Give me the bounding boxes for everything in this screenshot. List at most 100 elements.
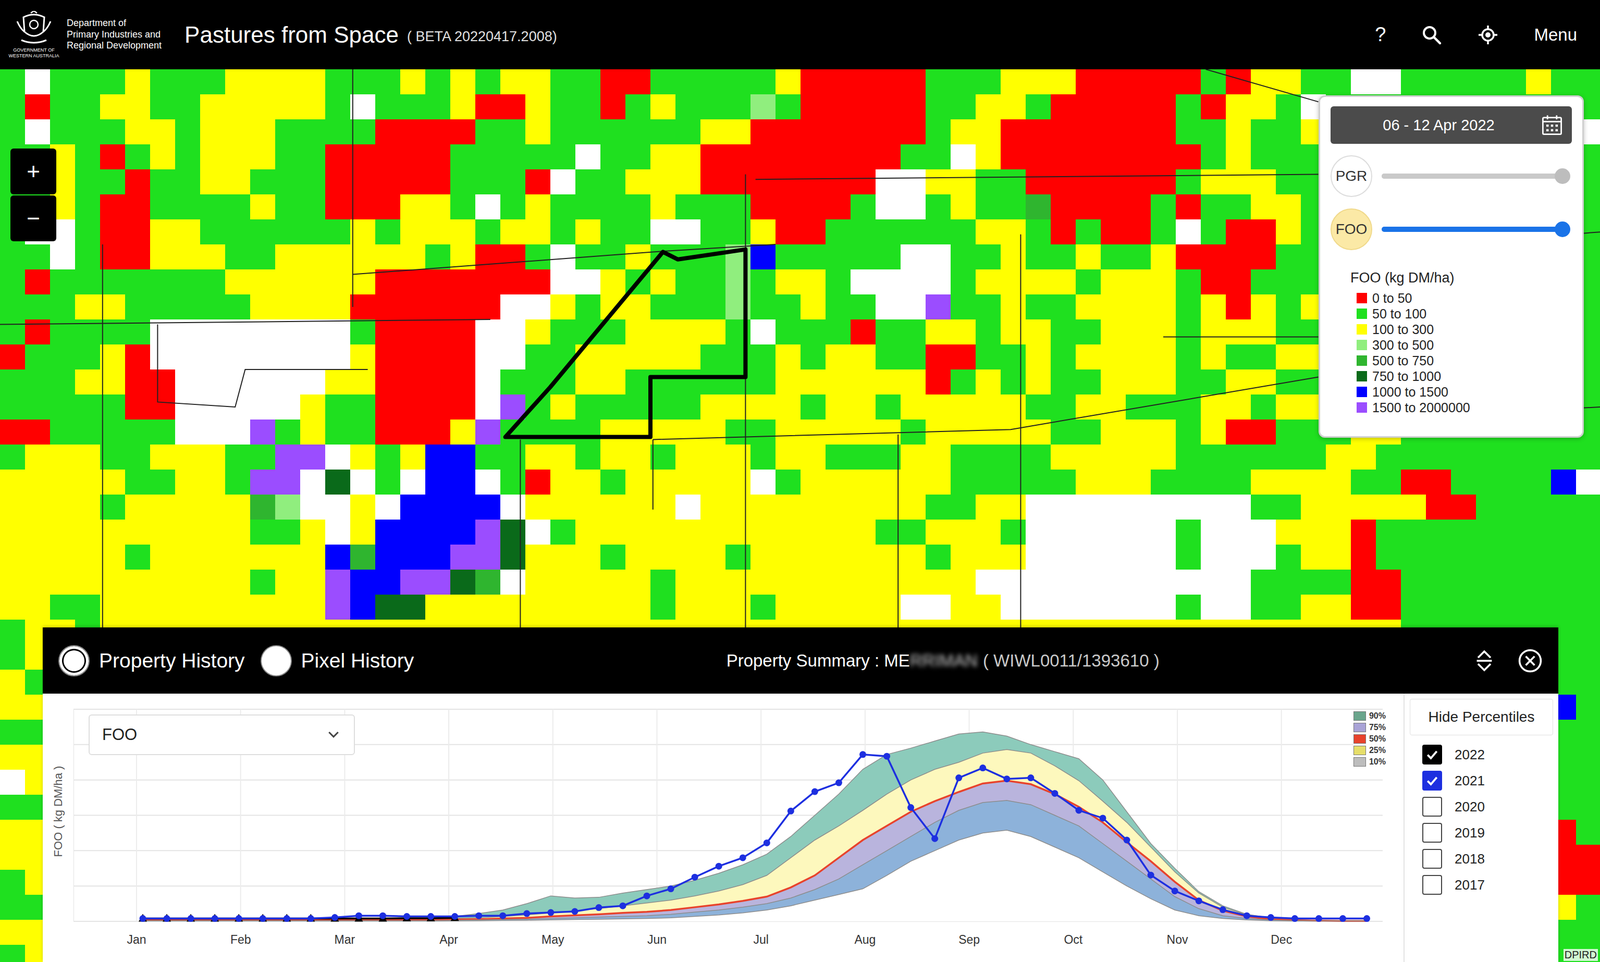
raster-cell bbox=[1050, 569, 1076, 595]
search-button[interactable] bbox=[1419, 22, 1445, 48]
raster-cell bbox=[850, 494, 876, 520]
raster-cell bbox=[125, 444, 151, 470]
raster-cell bbox=[775, 94, 801, 120]
raster-cell bbox=[525, 294, 551, 320]
raster-cell bbox=[175, 94, 201, 120]
raster-cell bbox=[1025, 544, 1051, 570]
raster-cell bbox=[1150, 544, 1176, 570]
raster-cell bbox=[1125, 419, 1151, 445]
raster-cell bbox=[275, 419, 301, 445]
raster-cell bbox=[500, 544, 526, 570]
raster-cell bbox=[1100, 469, 1126, 495]
raster-cell bbox=[800, 494, 826, 520]
raster-cell bbox=[100, 519, 126, 545]
raster-cell bbox=[250, 494, 276, 520]
raster-cell bbox=[250, 394, 276, 420]
raster-cell bbox=[1000, 394, 1026, 420]
raster-cell bbox=[1000, 569, 1026, 595]
raster-cell bbox=[1125, 569, 1151, 595]
raster-cell bbox=[175, 169, 201, 195]
raster-cell bbox=[300, 269, 326, 295]
raster-cell bbox=[1225, 269, 1251, 295]
raster-cell bbox=[550, 244, 576, 270]
raster-cell bbox=[1325, 519, 1351, 545]
raster-cell bbox=[350, 519, 376, 545]
map[interactable]: +−06 - 12 Apr 2022PGRFOOFOO (kg DM/ha)0 … bbox=[0, 69, 1600, 962]
raster-cell bbox=[1475, 444, 1501, 470]
raster-cell bbox=[50, 94, 76, 120]
raster-cell bbox=[475, 369, 501, 395]
menu-button[interactable]: Menu bbox=[1531, 22, 1580, 47]
raster-cell bbox=[825, 519, 851, 545]
raster-cell bbox=[550, 344, 576, 370]
raster-cell bbox=[525, 369, 551, 395]
raster-cell bbox=[1200, 419, 1226, 445]
raster-cell bbox=[0, 694, 26, 720]
raster-cell bbox=[1100, 144, 1126, 170]
raster-cell bbox=[100, 94, 126, 120]
agency-logo[interactable]: GOVERNMENT OFWESTERN AUSTRALIADepartment… bbox=[6, 10, 162, 59]
raster-cell bbox=[1250, 544, 1276, 570]
raster-cell bbox=[225, 519, 251, 545]
locate-button[interactable] bbox=[1475, 22, 1501, 48]
raster-cell bbox=[750, 144, 776, 170]
raster-cell bbox=[875, 69, 901, 95]
raster-cell bbox=[175, 144, 201, 170]
raster-cell bbox=[600, 344, 626, 370]
government-label: WESTERN AUSTRALIA bbox=[8, 53, 59, 59]
raster-cell bbox=[800, 369, 826, 395]
raster-cell bbox=[675, 244, 701, 270]
raster-cell bbox=[600, 269, 626, 295]
raster-cell bbox=[1150, 419, 1176, 445]
raster-cell bbox=[0, 769, 26, 795]
help-button[interactable]: ? bbox=[1372, 21, 1388, 48]
raster-cell bbox=[700, 319, 726, 345]
raster-cell bbox=[500, 419, 526, 445]
raster-cell bbox=[925, 469, 951, 495]
raster-cell bbox=[1475, 494, 1501, 520]
raster-cell bbox=[175, 344, 201, 370]
raster-cell bbox=[550, 269, 576, 295]
raster-cell bbox=[1100, 519, 1126, 545]
raster-cell bbox=[925, 119, 951, 145]
raster-cell bbox=[200, 94, 226, 120]
raster-cell bbox=[1175, 169, 1201, 195]
raster-cell bbox=[825, 244, 851, 270]
raster-cell bbox=[625, 494, 651, 520]
raster-cell bbox=[150, 469, 176, 495]
raster-cell bbox=[800, 194, 826, 220]
raster-cell bbox=[700, 244, 726, 270]
raster-cell bbox=[950, 269, 976, 295]
raster-cell bbox=[550, 394, 576, 420]
raster-cell bbox=[125, 394, 151, 420]
crest-icon bbox=[13, 10, 55, 48]
raster-cell bbox=[1175, 219, 1201, 245]
raster-cell bbox=[825, 194, 851, 220]
raster-cell bbox=[200, 569, 226, 595]
raster-cell bbox=[675, 94, 701, 120]
raster-cell bbox=[900, 494, 926, 520]
raster-cell bbox=[1150, 144, 1176, 170]
raster-cell bbox=[375, 469, 401, 495]
raster-cell bbox=[100, 244, 126, 270]
raster-cell bbox=[325, 369, 351, 395]
raster-cell bbox=[300, 594, 326, 620]
raster-cell bbox=[800, 519, 826, 545]
raster-cell bbox=[600, 469, 626, 495]
raster-cell bbox=[1050, 394, 1076, 420]
raster-cell bbox=[475, 144, 501, 170]
raster-cell bbox=[375, 594, 401, 620]
raster-cell bbox=[400, 469, 426, 495]
raster-cell bbox=[600, 69, 626, 95]
raster-cell bbox=[650, 494, 676, 520]
raster-cell bbox=[1250, 594, 1276, 620]
raster-cell bbox=[1325, 69, 1351, 95]
raster-cell bbox=[125, 519, 151, 545]
raster-cell bbox=[450, 544, 476, 570]
raster-cell bbox=[150, 344, 176, 370]
raster-cell bbox=[1350, 519, 1376, 545]
raster-cell bbox=[1500, 494, 1526, 520]
raster-cell bbox=[25, 419, 51, 445]
raster-cell bbox=[375, 494, 401, 520]
raster-cell bbox=[800, 244, 826, 270]
